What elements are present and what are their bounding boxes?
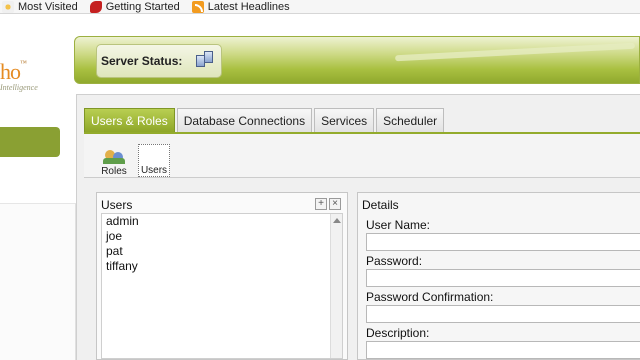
- server-status-label: Server Status:: [101, 54, 183, 68]
- users-title: Users: [101, 198, 133, 212]
- remove-user-button[interactable]: ×: [329, 198, 341, 210]
- password-field[interactable]: [366, 269, 640, 287]
- description-field[interactable]: [366, 341, 640, 359]
- server-status-box: Server Status:: [96, 44, 222, 78]
- users-label: Users: [140, 165, 168, 176]
- rss-icon: [191, 0, 204, 13]
- logo-tagline: Intelligence: [0, 83, 38, 92]
- logo: ho™: [0, 59, 27, 84]
- tab-users-roles[interactable]: Users & Roles: [84, 108, 175, 132]
- toolbar: Roles Users: [84, 134, 640, 178]
- roles-label: Roles: [101, 166, 127, 177]
- left-nav-button[interactable]: [0, 127, 60, 157]
- users-list-scrollbar[interactable]: [330, 214, 342, 358]
- password-confirm-field[interactable]: [366, 305, 640, 323]
- bookmark-getting-started[interactable]: Getting Started: [89, 0, 180, 13]
- bookmark-latest-headlines[interactable]: Latest Headlines: [191, 0, 290, 13]
- list-item[interactable]: pat: [102, 244, 342, 259]
- details-panel: Details User Name: Password: Password Co…: [357, 192, 640, 360]
- password-label: Password:: [366, 254, 423, 268]
- star-icon: [2, 0, 14, 13]
- left-nav-panel: [0, 203, 76, 360]
- add-user-button[interactable]: +: [315, 198, 327, 210]
- tab-services[interactable]: Services: [314, 108, 375, 132]
- roles-button[interactable]: Roles: [98, 144, 130, 177]
- users-panel: Users + × admin joe pat tiffany: [96, 192, 348, 360]
- bookmark-most-visited[interactable]: Most Visited: [2, 0, 78, 13]
- bookmarks-bar: Most Visited Getting Started Latest Head…: [0, 0, 640, 14]
- chevron-up-icon[interactable]: [333, 218, 341, 223]
- tab-scheduler[interactable]: Scheduler: [376, 108, 445, 132]
- users-button[interactable]: Users: [138, 144, 170, 177]
- list-item[interactable]: tiffany: [102, 259, 342, 274]
- username-field[interactable]: [366, 233, 640, 251]
- details-title: Details: [362, 198, 399, 212]
- server-network-icon[interactable]: [196, 51, 216, 69]
- list-item[interactable]: admin: [102, 214, 342, 229]
- password-confirm-label: Password Confirmation:: [366, 290, 494, 304]
- bookmark-label: Getting Started: [105, 0, 180, 13]
- tab-database-connections[interactable]: Database Connections: [176, 108, 313, 132]
- roles-icon: [103, 148, 125, 164]
- users-list: admin joe pat tiffany: [101, 213, 343, 359]
- bookmark-label: Most Visited: [18, 0, 78, 13]
- bookmark-label: Latest Headlines: [207, 0, 290, 13]
- tab-bar: Users & Roles Database Connections Servi…: [84, 108, 446, 132]
- firefox-icon: [89, 0, 102, 13]
- left-panel: ho™ Intelligence: [0, 15, 82, 360]
- description-label: Description:: [366, 326, 430, 340]
- username-label: User Name:: [366, 218, 431, 232]
- list-item[interactable]: joe: [102, 229, 342, 244]
